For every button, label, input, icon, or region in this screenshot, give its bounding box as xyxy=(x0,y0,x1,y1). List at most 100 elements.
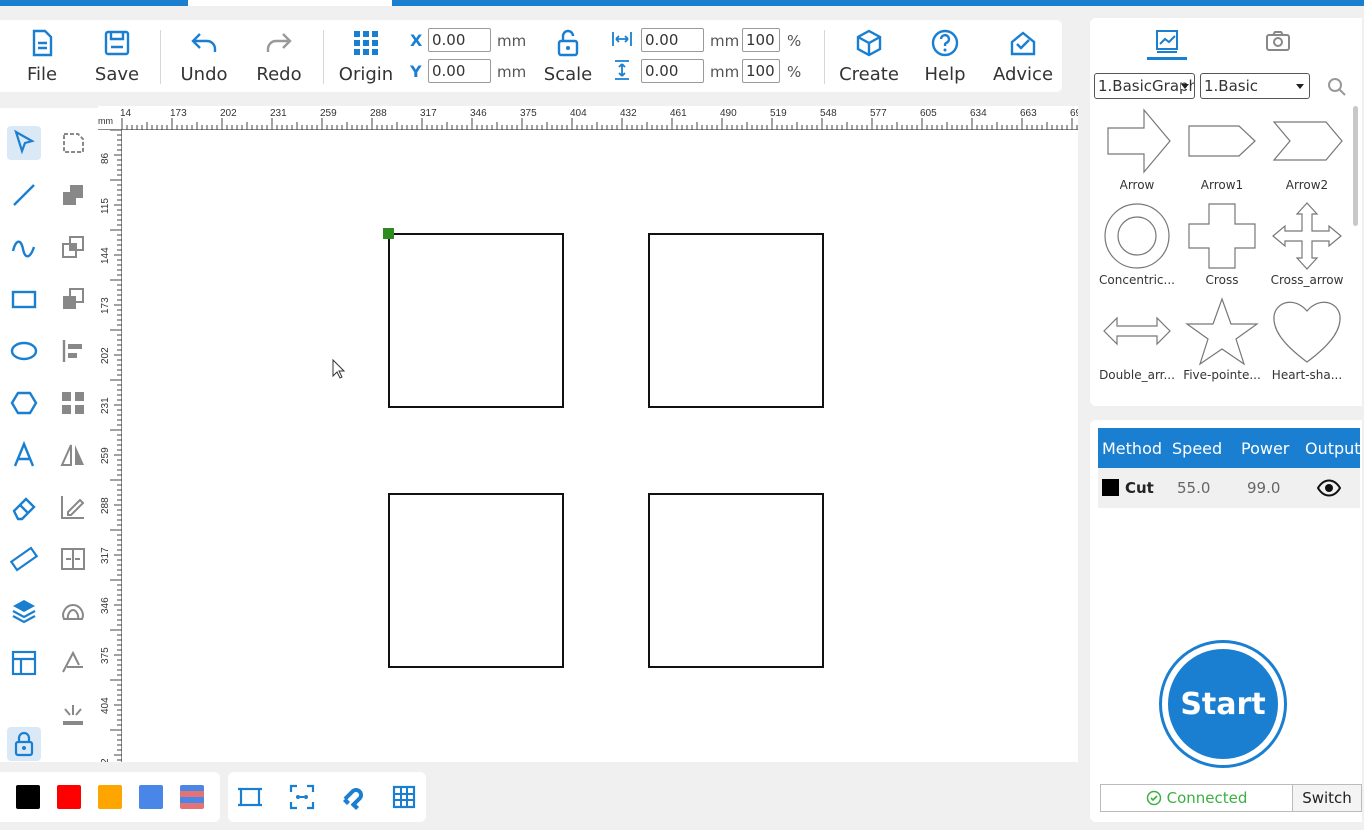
color-swatch-blue[interactable] xyxy=(139,785,163,809)
shape-cross-arrow[interactable]: Cross_arrow xyxy=(1265,201,1349,296)
mouse-cursor xyxy=(332,358,346,379)
speed-header: Speed xyxy=(1172,439,1223,458)
mirror-tool[interactable] xyxy=(56,438,90,472)
undo-icon xyxy=(191,33,217,52)
color-swatch-more[interactable] xyxy=(180,785,204,809)
layer-row[interactable]: Cut 55.0 99.0 xyxy=(1098,468,1360,508)
text-icon xyxy=(13,441,35,467)
draw-path-tool[interactable] xyxy=(56,490,90,524)
lock-tool[interactable] xyxy=(7,727,41,761)
height-percent-input[interactable] xyxy=(742,59,780,83)
eye-icon[interactable] xyxy=(1316,478,1342,498)
redo-label: Redo xyxy=(256,64,302,85)
layers-tool[interactable] xyxy=(7,594,41,628)
width-percent-input[interactable] xyxy=(742,28,780,52)
height-input[interactable] xyxy=(641,59,704,83)
laser-tool[interactable] xyxy=(56,698,90,732)
concentric-circle-shape-icon xyxy=(1104,203,1170,269)
array-tool[interactable] xyxy=(56,386,90,420)
cross-arrow-shape-icon xyxy=(1272,202,1342,270)
curve-tool[interactable] xyxy=(7,230,41,264)
ruler-top-label: 548 xyxy=(820,108,837,119)
shape-double-arrow[interactable]: Double_arr... xyxy=(1095,296,1179,391)
help-label: Help xyxy=(924,64,966,85)
color-swatch-red[interactable] xyxy=(57,785,81,809)
shape-arrow2[interactable]: Arrow2 xyxy=(1265,106,1349,201)
shape-concentric[interactable]: Concentric... xyxy=(1095,201,1179,296)
help-button[interactable]: Help xyxy=(920,20,970,92)
shape-arrow[interactable]: Arrow xyxy=(1095,106,1179,201)
table-layout-tool[interactable] xyxy=(7,646,41,680)
canvas-shapes xyxy=(332,228,824,668)
redo-button[interactable]: Redo xyxy=(252,20,306,92)
file-button[interactable]: File xyxy=(18,20,66,92)
split-tool[interactable] xyxy=(56,542,90,576)
offset-tool[interactable] xyxy=(56,594,90,628)
search-icon[interactable] xyxy=(1327,77,1347,97)
polygon-tool[interactable] xyxy=(7,386,41,420)
output-header: Output xyxy=(1305,439,1361,458)
union-tool[interactable] xyxy=(56,178,90,212)
shape-arrow1[interactable]: Arrow1 xyxy=(1180,106,1264,201)
check-circle-icon xyxy=(1146,790,1161,806)
shape-five-pointed-star[interactable]: Five-pointe... xyxy=(1180,296,1264,391)
x-position-input[interactable] xyxy=(428,28,491,52)
pen-chart-icon xyxy=(61,496,85,519)
save-label: Save xyxy=(94,64,140,85)
advice-button[interactable]: Advice xyxy=(990,20,1056,92)
intersect-tool[interactable] xyxy=(56,230,90,264)
split-icon xyxy=(61,548,85,570)
select-tool[interactable] xyxy=(7,126,41,160)
ruler-left-label: 86 xyxy=(100,152,111,164)
magnet-snap-icon[interactable] xyxy=(339,783,367,811)
scale-lock-button[interactable]: Scale xyxy=(540,20,596,92)
y-position-input[interactable] xyxy=(428,59,491,83)
width-input[interactable] xyxy=(641,28,704,52)
switch-button[interactable]: Switch xyxy=(1293,785,1361,811)
design-canvas[interactable]: mm 14 173 202 231 259 288 317 346 375 404 432 461 49… xyxy=(98,106,1078,762)
rectangle-tool[interactable] xyxy=(7,282,41,316)
category-select[interactable]: 1.BasicGraphics xyxy=(1094,73,1195,99)
subtract-icon xyxy=(63,288,84,309)
ruler-icon xyxy=(10,546,38,572)
create-button[interactable]: Create xyxy=(838,20,900,92)
ellipse-tool[interactable] xyxy=(7,334,41,368)
shape-heart[interactable]: Heart-sha... xyxy=(1265,296,1349,391)
start-button[interactable]: Start xyxy=(1168,649,1278,759)
tab-graphics[interactable] xyxy=(1147,24,1187,60)
heart-shape-icon xyxy=(1273,301,1341,363)
undo-button[interactable]: Undo xyxy=(176,20,232,92)
grid-origin-icon xyxy=(354,31,378,55)
ruler-left-label: 2 xyxy=(100,758,111,762)
ruler-left-ticks: 86 115 144 173 202 231 259 288 317 346 375 404 2 xyxy=(100,130,122,762)
ruler-left[interactable]: 86 115 144 173 202 231 259 288 317 346 375 404 2 xyxy=(98,130,122,762)
color-swatch-orange[interactable] xyxy=(98,785,122,809)
origin-label: Origin xyxy=(338,64,394,85)
eraser-tool[interactable] xyxy=(7,490,41,524)
text-tool[interactable] xyxy=(7,438,41,472)
origin-button[interactable]: Origin xyxy=(336,20,396,92)
save-button[interactable]: Save xyxy=(92,20,142,92)
left-toolbox xyxy=(0,108,98,762)
subtract-tool[interactable] xyxy=(56,282,90,316)
ruler-top-label: 173 xyxy=(170,108,187,119)
shape-cross[interactable]: Cross xyxy=(1180,201,1264,296)
focus-selection-icon[interactable] xyxy=(288,783,316,811)
shape-list-scrollbar[interactable] xyxy=(1353,106,1358,226)
subcategory-select[interactable]: 1.Basic xyxy=(1200,73,1310,99)
connection-status-text: Connected xyxy=(1166,789,1248,807)
fill-tool[interactable] xyxy=(56,646,90,680)
ruler-top-label: 605 xyxy=(920,108,937,119)
node-edit-tool[interactable] xyxy=(56,126,90,160)
align-tool[interactable] xyxy=(56,334,90,368)
ruler-top-label: 288 xyxy=(370,108,387,119)
laser-burst-icon xyxy=(63,705,83,725)
line-tool[interactable] xyxy=(7,178,41,212)
color-swatch-black[interactable] xyxy=(16,785,40,809)
measure-tool[interactable] xyxy=(7,542,41,576)
ruler-top[interactable]: mm 14 173 202 231 259 288 317 346 375 404 432 461 49… xyxy=(98,106,1078,130)
tab-camera[interactable] xyxy=(1258,24,1298,58)
layer-process-panel: Method Speed Power Output Cut 55.0 99.0 … xyxy=(1090,420,1362,822)
fit-view-icon[interactable] xyxy=(236,783,264,811)
grid-toggle-icon[interactable] xyxy=(390,783,418,811)
